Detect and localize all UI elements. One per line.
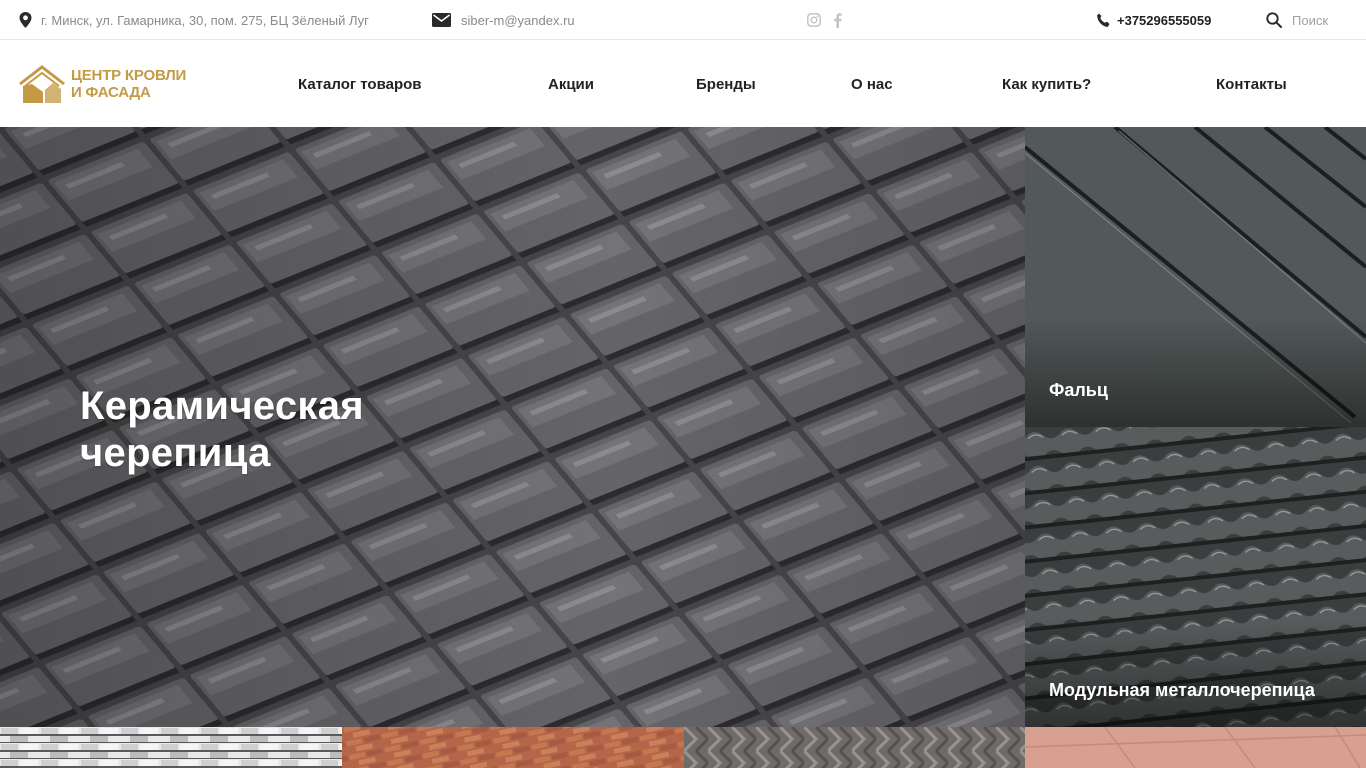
hero-title-line-1: Керамическая [80,384,364,428]
card-title: Модульная металлочерепица [1049,680,1315,700]
category-card-modular-metal-tile[interactable]: Модульная металлочерепица [1025,427,1366,727]
logo-line-1: ЦЕНТР КРОВЛИ [71,67,187,84]
hero-title: Керамическая черепица [80,383,364,477]
email-link[interactable]: siber-m@yandex.ru [432,0,575,40]
mail-icon [432,13,451,27]
category-card-brick-white[interactable] [0,727,342,768]
white-brick-texture [0,727,342,768]
address-text: г. Минск, ул. Гамарника, 30, пом. 275, Б… [41,12,369,28]
nav-brands[interactable]: Бренды [696,41,756,127]
terracotta-tile-texture [1025,727,1366,768]
nav-about[interactable]: О нас [851,41,893,127]
address: г. Минск, ул. Гамарника, 30, пом. 275, Б… [19,0,369,40]
phone-text: +375296555059 [1117,12,1212,28]
phone-link[interactable]: +375296555059 [1096,0,1211,40]
card-title: Фальц [1049,380,1108,400]
logo-text: ЦЕНТР КРОВЛИ И ФАСАДА [71,67,186,101]
hero-title-line-2: черепица [80,431,271,475]
phone-icon [1096,13,1111,28]
category-card-falts[interactable]: Фальц [1025,127,1366,427]
facebook-icon[interactable] [833,12,842,28]
category-card-terracotta[interactable] [1025,727,1366,768]
hero-banner-ceramic-tiles[interactable]: Керамическая черепица [0,127,1025,727]
logo[interactable]: ЦЕНТР КРОВЛИ И ФАСАДА [19,64,186,104]
nav-contacts[interactable]: Контакты [1216,41,1287,127]
instagram-icon[interactable] [807,13,821,27]
nav-how-to-buy[interactable]: Как купить? [1002,41,1091,127]
herringbone-paving-texture [684,727,1025,768]
main-header: ЦЕНТР КРОВЛИ И ФАСАДА Каталог товаров Ак… [0,41,1366,127]
roof-logo-icon [19,64,65,104]
card-shade [1025,617,1366,727]
logo-line-2: И ФАСАДА [71,84,151,101]
red-brick-texture [342,727,684,768]
nav-catalog[interactable]: Каталог товаров [298,41,422,127]
search-icon[interactable] [1266,12,1282,28]
card-shade [1025,317,1366,427]
social-links [807,0,842,40]
search-input[interactable]: Поиск [1266,0,1328,40]
top-bar: г. Минск, ул. Гамарника, 30, пом. 275, Б… [0,0,1366,40]
nav-sales[interactable]: Акции [548,41,594,127]
location-pin-icon [19,12,32,28]
category-card-clinker-brick[interactable] [342,727,684,768]
search-placeholder: Поиск [1292,12,1329,28]
category-card-paving[interactable] [684,727,1025,768]
email-text: siber-m@yandex.ru [461,12,575,28]
